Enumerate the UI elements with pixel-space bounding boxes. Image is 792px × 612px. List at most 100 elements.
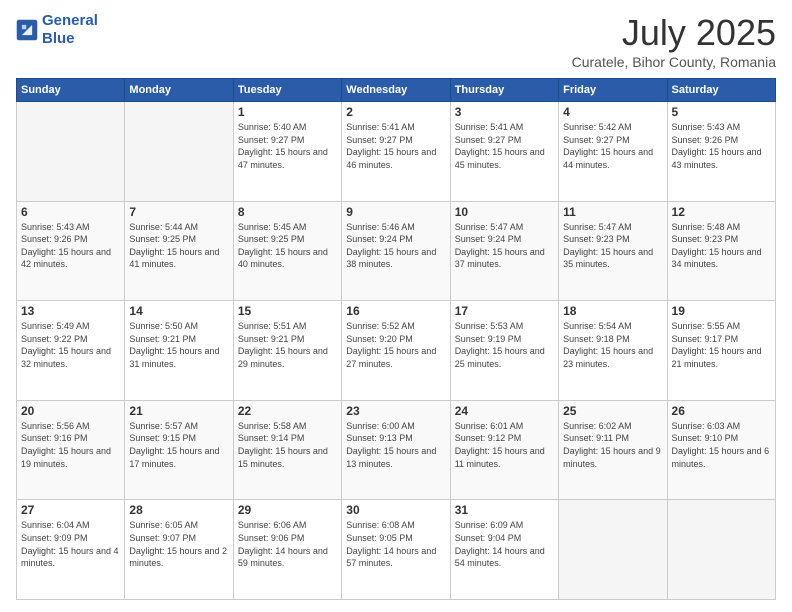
day-number: 7 (129, 205, 228, 219)
day-info: Sunrise: 5:47 AM Sunset: 9:23 PM Dayligh… (563, 221, 662, 271)
day-number: 3 (455, 105, 554, 119)
day-info: Sunrise: 6:09 AM Sunset: 9:04 PM Dayligh… (455, 519, 554, 569)
day-cell: 20 Sunrise: 5:56 AM Sunset: 9:16 PM Dayli… (17, 400, 125, 500)
day-number: 10 (455, 205, 554, 219)
day-info: Sunrise: 5:53 AM Sunset: 9:19 PM Dayligh… (455, 320, 554, 370)
day-number: 21 (129, 404, 228, 418)
title-block: July 2025 Curatele, Bihor County, Romani… (572, 12, 776, 70)
day-cell: 11 Sunrise: 5:47 AM Sunset: 9:23 PM Dayli… (559, 201, 667, 301)
col-thursday: Thursday (450, 79, 558, 102)
day-cell: 16 Sunrise: 5:52 AM Sunset: 9:20 PM Dayli… (342, 301, 450, 401)
day-number: 6 (21, 205, 120, 219)
day-info: Sunrise: 5:43 AM Sunset: 9:26 PM Dayligh… (21, 221, 120, 271)
day-cell: 27Sunrise: 6:04 AM Sunset: 9:09 PM Dayli… (17, 500, 125, 600)
day-cell (559, 500, 667, 600)
day-number: 28 (129, 503, 228, 517)
day-info: Sunrise: 5:43 AM Sunset: 9:26 PM Dayligh… (672, 121, 771, 171)
col-monday: Monday (125, 79, 233, 102)
day-cell: 28 Sunrise: 6:05 AM Sunset: 9:07 PM Dayli… (125, 500, 233, 600)
day-number: 24 (455, 404, 554, 418)
day-info: Sunrise: 6:05 AM Sunset: 9:07 PM Dayligh… (129, 519, 228, 569)
day-cell: 12 Sunrise: 5:48 AM Sunset: 9:23 PM Dayli… (667, 201, 775, 301)
week-row-3: 20 Sunrise: 5:56 AM Sunset: 9:16 PM Dayli… (17, 400, 776, 500)
day-number: 29 (238, 503, 337, 517)
day-number: 12 (672, 205, 771, 219)
day-number: 11 (563, 205, 662, 219)
day-cell: 2 Sunrise: 5:41 AM Sunset: 9:27 PM Daylig… (342, 102, 450, 202)
day-info: Sunrise: 6:02 AM Sunset: 9:11 PM Dayligh… (563, 420, 662, 470)
day-cell: 13 Sunrise: 5:49 AM Sunset: 9:22 PM Dayli… (17, 301, 125, 401)
day-number: 2 (346, 105, 445, 119)
day-info: Sunrise: 5:42 AM Sunset: 9:27 PM Dayligh… (563, 121, 662, 171)
logo: General Blue (16, 12, 98, 48)
day-info: Sunrise: 5:57 AM Sunset: 9:15 PM Dayligh… (129, 420, 228, 470)
day-cell: 26 Sunrise: 6:03 AM Sunset: 9:10 PM Dayli… (667, 400, 775, 500)
day-number: 30 (346, 503, 445, 517)
day-cell: 6 Sunrise: 5:43 AM Sunset: 9:26 PM Daylig… (17, 201, 125, 301)
day-number: 16 (346, 304, 445, 318)
day-info: Sunrise: 5:41 AM Sunset: 9:27 PM Dayligh… (346, 121, 445, 171)
day-info: Sunrise: 6:04 AM Sunset: 9:09 PM Dayligh… (21, 519, 120, 569)
day-cell: 29Sunrise: 6:06 AM Sunset: 9:06 PM Dayli… (233, 500, 341, 600)
logo-general: General (42, 12, 98, 29)
col-saturday: Saturday (667, 79, 775, 102)
day-cell: 31 Sunrise: 6:09 AM Sunset: 9:04 PM Dayli… (450, 500, 558, 600)
day-info: Sunrise: 5:46 AM Sunset: 9:24 PM Dayligh… (346, 221, 445, 271)
day-info: Sunrise: 6:01 AM Sunset: 9:12 PM Dayligh… (455, 420, 554, 470)
day-info: Sunrise: 5:49 AM Sunset: 9:22 PM Dayligh… (21, 320, 120, 370)
day-info: Sunrise: 5:41 AM Sunset: 9:27 PM Dayligh… (455, 121, 554, 171)
header: General Blue July 2025 Curatele, Bihor C… (16, 12, 776, 70)
day-info: Sunrise: 5:51 AM Sunset: 9:21 PM Dayligh… (238, 320, 337, 370)
sub-title: Curatele, Bihor County, Romania (572, 54, 776, 70)
day-info: Sunrise: 5:55 AM Sunset: 9:17 PM Dayligh… (672, 320, 771, 370)
day-cell: 17 Sunrise: 5:53 AM Sunset: 9:19 PM Dayli… (450, 301, 558, 401)
day-info: Sunrise: 5:58 AM Sunset: 9:14 PM Dayligh… (238, 420, 337, 470)
logo-icon (16, 19, 38, 41)
day-number: 9 (346, 205, 445, 219)
header-row: Sunday Monday Tuesday Wednesday Thursday… (17, 79, 776, 102)
day-cell: 7 Sunrise: 5:44 AM Sunset: 9:25 PM Daylig… (125, 201, 233, 301)
main-title: July 2025 (572, 12, 776, 54)
logo-blue-word: Blue (42, 30, 75, 47)
day-number: 31 (455, 503, 554, 517)
day-cell: 8Sunrise: 5:45 AM Sunset: 9:25 PM Daylig… (233, 201, 341, 301)
day-number: 5 (672, 105, 771, 119)
day-number: 23 (346, 404, 445, 418)
day-number: 18 (563, 304, 662, 318)
day-cell: 4 Sunrise: 5:42 AM Sunset: 9:27 PM Daylig… (559, 102, 667, 202)
col-friday: Friday (559, 79, 667, 102)
day-number: 4 (563, 105, 662, 119)
day-info: Sunrise: 6:03 AM Sunset: 9:10 PM Dayligh… (672, 420, 771, 470)
day-number: 22 (238, 404, 337, 418)
week-row-1: 6 Sunrise: 5:43 AM Sunset: 9:26 PM Daylig… (17, 201, 776, 301)
day-info: Sunrise: 5:52 AM Sunset: 9:20 PM Dayligh… (346, 320, 445, 370)
day-info: Sunrise: 5:50 AM Sunset: 9:21 PM Dayligh… (129, 320, 228, 370)
day-info: Sunrise: 5:45 AM Sunset: 9:25 PM Dayligh… (238, 221, 337, 271)
col-tuesday: Tuesday (233, 79, 341, 102)
day-number: 19 (672, 304, 771, 318)
day-cell (667, 500, 775, 600)
col-sunday: Sunday (17, 79, 125, 102)
day-info: Sunrise: 5:48 AM Sunset: 9:23 PM Dayligh… (672, 221, 771, 271)
day-cell: 5 Sunrise: 5:43 AM Sunset: 9:26 PM Daylig… (667, 102, 775, 202)
day-number: 20 (21, 404, 120, 418)
day-cell: 9 Sunrise: 5:46 AM Sunset: 9:24 PM Daylig… (342, 201, 450, 301)
day-info: Sunrise: 5:56 AM Sunset: 9:16 PM Dayligh… (21, 420, 120, 470)
page: General Blue July 2025 Curatele, Bihor C… (0, 0, 792, 612)
logo-text: General Blue (42, 12, 98, 48)
day-info: Sunrise: 5:44 AM Sunset: 9:25 PM Dayligh… (129, 221, 228, 271)
day-info: Sunrise: 6:08 AM Sunset: 9:05 PM Dayligh… (346, 519, 445, 569)
day-number: 17 (455, 304, 554, 318)
day-cell: 3 Sunrise: 5:41 AM Sunset: 9:27 PM Daylig… (450, 102, 558, 202)
day-number: 26 (672, 404, 771, 418)
day-cell: 10Sunrise: 5:47 AM Sunset: 9:24 PM Dayli… (450, 201, 558, 301)
day-cell: 14Sunrise: 5:50 AM Sunset: 9:21 PM Dayli… (125, 301, 233, 401)
day-cell: 24 Sunrise: 6:01 AM Sunset: 9:12 PM Dayli… (450, 400, 558, 500)
day-cell: 1Sunrise: 5:40 AM Sunset: 9:27 PM Daylig… (233, 102, 341, 202)
calendar: Sunday Monday Tuesday Wednesday Thursday… (16, 78, 776, 600)
day-number: 1 (238, 105, 337, 119)
day-cell: 18Sunrise: 5:54 AM Sunset: 9:18 PM Dayli… (559, 301, 667, 401)
day-info: Sunrise: 6:00 AM Sunset: 9:13 PM Dayligh… (346, 420, 445, 470)
col-wednesday: Wednesday (342, 79, 450, 102)
day-number: 13 (21, 304, 120, 318)
